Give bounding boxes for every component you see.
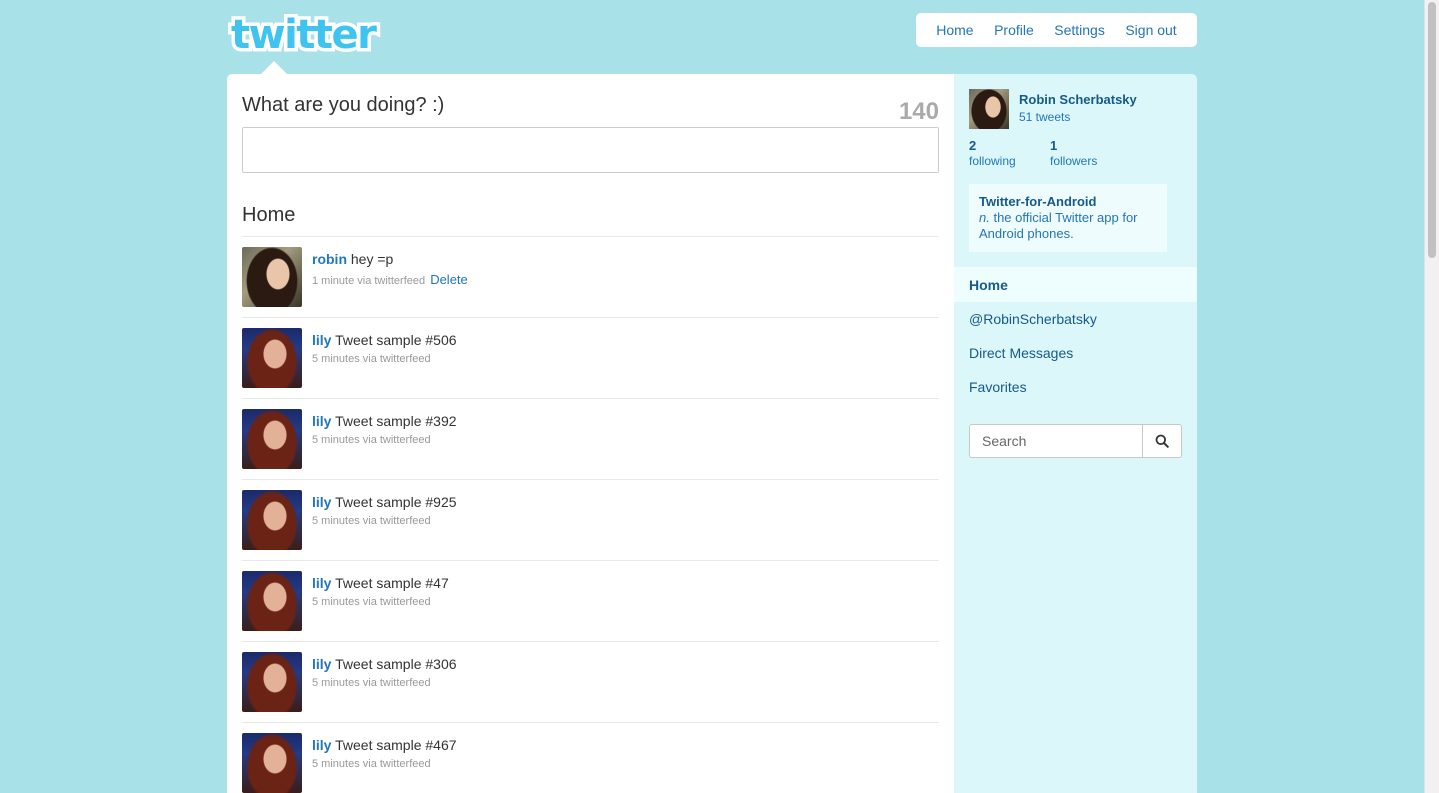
svg-text:twitter: twitter [231, 12, 377, 56]
lily-avatar[interactable] [242, 652, 302, 712]
tweet-item: robin hey =p 1 minute via twitterfeed De… [242, 237, 939, 318]
lily-avatar[interactable] [242, 328, 302, 388]
following-stat[interactable]: 2 following [969, 138, 1016, 169]
nav-settings-link[interactable]: Settings [1054, 22, 1105, 38]
tweet-count-link[interactable]: 51 tweets [1019, 110, 1070, 124]
tweet-text: Tweet sample #306 [335, 656, 457, 672]
lily-avatar[interactable] [242, 733, 302, 793]
sidebar-item-home[interactable]: Home [954, 267, 1197, 302]
promo-abbr: n. [979, 210, 990, 225]
tweet-author[interactable]: lily [312, 575, 331, 591]
profile-avatar[interactable] [969, 89, 1009, 129]
promo-text: n. the official Twitter app for Android … [979, 210, 1157, 242]
top-navigation: Home Profile Settings Sign out [916, 13, 1197, 47]
tweet-item: lily Tweet sample #925 5 minutes via twi… [242, 480, 939, 561]
search-button[interactable] [1142, 425, 1181, 457]
tweet-meta: 5 minutes via twitterfeed [312, 758, 431, 770]
sidebar-item-favorites[interactable]: Favorites [954, 370, 1197, 404]
search-box [969, 424, 1182, 458]
twitter-logo[interactable]: twitter [227, 12, 401, 56]
tweet-text: Tweet sample #925 [335, 494, 457, 510]
tweet-item: lily Tweet sample #392 5 minutes via twi… [242, 399, 939, 480]
nav-profile-link[interactable]: Profile [994, 22, 1034, 38]
tweet-text: hey =p [350, 251, 394, 267]
promo-description: the official Twitter app for Android pho… [979, 210, 1138, 241]
following-count: 2 [969, 138, 977, 153]
status-input[interactable] [242, 127, 939, 173]
sidebar-navigation: Home @RobinScherbatsky Direct Messages F… [954, 267, 1197, 404]
promo-title: Twitter-for-Android [979, 194, 1097, 209]
sidebar: Robin Scherbatsky 51 tweets 2 following … [954, 74, 1197, 793]
main-content: What are you doing? :) 140 Home robin he… [227, 74, 954, 793]
composer-pointer [261, 61, 287, 74]
followers-label: followers [1050, 154, 1098, 168]
tweet-meta: 5 minutes via twitterfeed [312, 434, 431, 446]
tweet-item: lily Tweet sample #47 5 minutes via twit… [242, 561, 939, 642]
tweet-author[interactable]: robin [312, 251, 347, 267]
tweet-item: lily Tweet sample #467 5 minutes via twi… [242, 723, 939, 793]
tweet-author[interactable]: lily [312, 494, 331, 510]
tweet-meta: 5 minutes via twitterfeed [312, 677, 431, 689]
tweet-text: Tweet sample #47 [335, 575, 449, 591]
followers-count: 1 [1050, 138, 1058, 153]
robin-avatar[interactable] [242, 247, 302, 307]
timeline: robin hey =p 1 minute via twitterfeed De… [242, 236, 939, 793]
scrollbar-thumb[interactable] [1428, 2, 1436, 258]
lily-avatar[interactable] [242, 571, 302, 631]
tweet-meta: 5 minutes via twitterfeed [312, 515, 431, 527]
tweet-author[interactable]: lily [312, 656, 331, 672]
character-counter: 140 [898, 98, 939, 125]
nav-signout-link[interactable]: Sign out [1125, 22, 1176, 38]
nav-home-link[interactable]: Home [936, 22, 973, 38]
timeline-heading: Home [242, 204, 296, 226]
tweet-meta: 1 minute via twitterfeed [312, 275, 426, 287]
composer-prompt: What are you doing? :) [242, 94, 445, 116]
tweet-item: lily Tweet sample #506 5 minutes via twi… [242, 318, 939, 399]
tweet-text: Tweet sample #392 [335, 413, 457, 429]
tweet-text: Tweet sample #467 [335, 737, 457, 753]
tweet-meta: 5 minutes via twitterfeed [312, 596, 431, 608]
lily-avatar[interactable] [242, 490, 302, 550]
tweet-author[interactable]: lily [312, 413, 331, 429]
profile-name-link[interactable]: Robin Scherbatsky [1019, 92, 1137, 107]
delete-tweet-link[interactable]: Delete [430, 272, 468, 287]
search-icon [1155, 434, 1169, 448]
sidebar-item-mentions[interactable]: @RobinScherbatsky [954, 302, 1197, 336]
tweet-author[interactable]: lily [312, 737, 331, 753]
sidebar-item-direct-messages[interactable]: Direct Messages [954, 336, 1197, 370]
lily-avatar[interactable] [242, 409, 302, 469]
page-scrollbar[interactable] [1424, 0, 1439, 793]
following-label: following [969, 154, 1016, 168]
promo-box[interactable]: Twitter-for-Android n. the official Twit… [969, 184, 1167, 252]
tweet-author[interactable]: lily [312, 332, 331, 348]
tweet-text: Tweet sample #506 [335, 332, 457, 348]
followers-stat[interactable]: 1 followers [1050, 138, 1097, 169]
twitter-logo-icon: twitter [228, 12, 383, 56]
tweet-item: lily Tweet sample #306 5 minutes via twi… [242, 642, 939, 723]
search-input[interactable] [970, 425, 1142, 457]
tweet-meta: 5 minutes via twitterfeed [312, 353, 431, 365]
